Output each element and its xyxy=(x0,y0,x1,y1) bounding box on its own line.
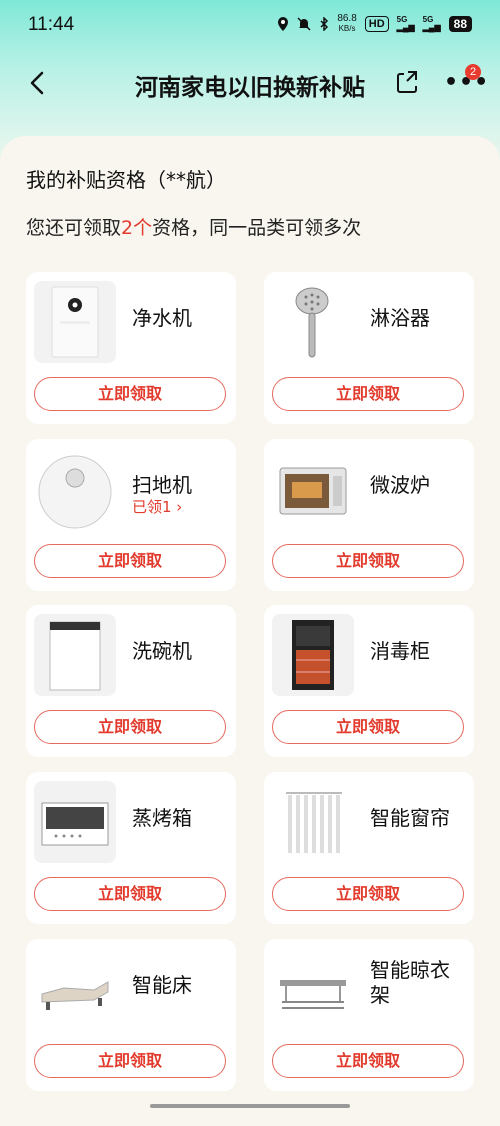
item-name: 智能床 xyxy=(132,973,192,997)
page-title: 河南家电以旧换新补贴 xyxy=(135,75,365,101)
mute-icon xyxy=(297,17,311,31)
smart-curtain-icon xyxy=(272,781,354,863)
claim-button[interactable]: 立即领取 xyxy=(272,1044,464,1078)
nav-bar: 河南家电以旧换新补贴 ••• 2 xyxy=(0,52,500,116)
item-name: 蒸烤箱 xyxy=(132,806,192,830)
item-card-disinfection-cabinet[interactable]: 消毒柜 立即领取 xyxy=(264,605,474,757)
claim-button[interactable]: 立即领取 xyxy=(272,710,464,744)
item-name: 智能晾衣架 xyxy=(370,958,450,1007)
remaining-count: 2个 xyxy=(121,217,153,239)
item-card-robot-vacuum[interactable]: 扫地机 已领1 › 立即领取 xyxy=(26,439,236,591)
dishwasher-icon xyxy=(34,614,116,696)
eligibility-title: 我的补贴资格（**航） xyxy=(26,168,226,192)
item-name: 微波炉 xyxy=(370,473,430,497)
item-card-steam-oven[interactable]: 蒸烤箱 立即领取 xyxy=(26,772,236,924)
item-name: 淋浴器 xyxy=(370,306,430,330)
item-card-shower[interactable]: 淋浴器 立即领取 xyxy=(264,272,474,424)
home-indicator[interactable] xyxy=(150,1104,350,1108)
claim-button[interactable]: 立即领取 xyxy=(272,377,464,411)
status-bar: 11:44 86.8 KB/s HD 5G ▂▄▆ 5G ▂▄▆ 88 xyxy=(0,0,500,52)
subsidy-panel: 我的补贴资格（**航） 您还可领取2个资格，同一品类可领多次 净水机 立即领取 … xyxy=(0,136,500,1126)
item-card-water-purifier[interactable]: 净水机 立即领取 xyxy=(26,272,236,424)
item-card-clothes-rack[interactable]: 智能晾衣架 立即领取 xyxy=(264,939,474,1091)
location-icon xyxy=(278,17,289,31)
bluetooth-icon xyxy=(320,17,329,31)
clock: 11:44 xyxy=(28,14,75,35)
claim-button[interactable]: 立即领取 xyxy=(34,1044,226,1078)
item-card-smart-curtain[interactable]: 智能窗帘 立即领取 xyxy=(264,772,474,924)
signal-5g-2: 5G ▂▄▆ xyxy=(422,15,441,32)
claim-button[interactable]: 立即领取 xyxy=(272,877,464,911)
item-name: 净水机 xyxy=(132,306,192,330)
battery-indicator: 88 xyxy=(448,16,472,32)
share-icon[interactable] xyxy=(395,69,421,95)
remaining-qualifications: 您还可领取2个资格，同一品类可领多次 xyxy=(26,217,362,239)
item-card-smart-bed[interactable]: 智能床 立即领取 xyxy=(26,939,236,1091)
hd-badge: HD xyxy=(364,16,389,32)
item-card-microwave[interactable]: 微波炉 立即领取 xyxy=(264,439,474,591)
shower-head-icon xyxy=(272,281,354,363)
network-speed: 86.8 KB/s xyxy=(337,13,357,34)
item-name: 扫地机 xyxy=(132,473,192,497)
robot-vacuum-icon xyxy=(34,448,116,530)
claimed-count-link[interactable]: 已领1 › xyxy=(132,496,182,517)
claim-button[interactable]: 立即领取 xyxy=(34,377,226,411)
status-icons: 86.8 KB/s HD 5G ▂▄▆ 5G ▂▄▆ 88 xyxy=(277,14,472,34)
water-purifier-icon xyxy=(34,281,116,363)
claim-button[interactable]: 立即领取 xyxy=(34,544,226,578)
clothes-rack-icon xyxy=(272,948,354,1030)
item-name: 洗碗机 xyxy=(132,639,192,663)
claim-button[interactable]: 立即领取 xyxy=(272,544,464,578)
item-card-dishwasher[interactable]: 洗碗机 立即领取 xyxy=(26,605,236,757)
claim-button[interactable]: 立即领取 xyxy=(34,877,226,911)
notification-badge: 2 xyxy=(465,64,481,80)
microwave-icon xyxy=(272,448,354,530)
item-name: 消毒柜 xyxy=(370,639,430,663)
steam-oven-icon xyxy=(34,781,116,863)
smart-bed-icon xyxy=(34,948,116,1030)
signal-5g-1: 5G ▂▄▆ xyxy=(396,15,415,32)
item-name: 智能窗帘 xyxy=(370,806,450,830)
claim-button[interactable]: 立即领取 xyxy=(34,710,226,744)
disinfection-cabinet-icon xyxy=(272,614,354,696)
